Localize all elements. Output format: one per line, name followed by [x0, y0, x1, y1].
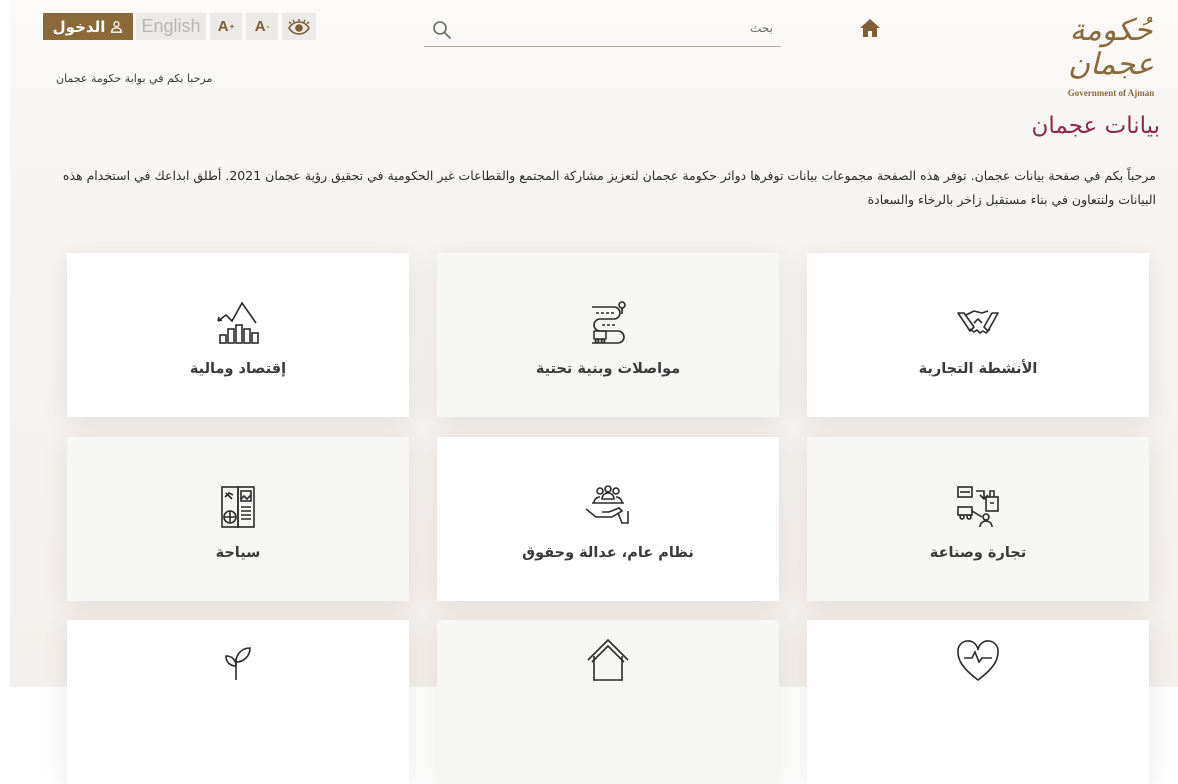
font-increase-label: A [217, 18, 229, 35]
accessibility-contrast-button[interactable] [282, 13, 316, 40]
welcome-text: مرحبا بكم في بوابة حكومة عجمان [56, 72, 213, 85]
login-label: الدخول [52, 17, 106, 36]
user-icon [111, 20, 123, 33]
category-label: تجارة وصناعة [929, 545, 1027, 561]
page-title: بيانات عجمان [1031, 113, 1161, 139]
heart-pulse-icon [957, 640, 999, 682]
category-card-environment[interactable] [67, 620, 409, 784]
category-card-health[interactable] [807, 620, 1149, 784]
search-icon[interactable] [432, 20, 452, 40]
top-bar: الدخول English A+ A- حُكومة عجمان [10, 0, 1178, 98]
logo-english-text: Government of Ajman [1067, 88, 1155, 98]
category-card-commercial-activities[interactable]: الأنشطة التجارية [807, 253, 1149, 417]
category-label: مواصلات وبنية تحتية [535, 361, 681, 377]
government-logo[interactable]: حُكومة عجمان Government of Ajman [1056, 14, 1166, 99]
community-hand-icon [585, 485, 629, 524]
search-bar [424, 14, 781, 47]
plant-icon [225, 647, 251, 680]
category-card-public-order-justice[interactable]: نظام عام، عدالة وحقوق [437, 437, 779, 601]
logo-script: حُكومة عجمان [1068, 13, 1154, 82]
plus-sign: + [229, 22, 235, 31]
page-intro: مرحباً بكم في صفحة بيانات عجمان. توفر هذ… [62, 168, 1156, 207]
minus-sign: - [266, 22, 270, 31]
font-decrease-button[interactable]: A- [246, 13, 278, 40]
tourism-passport-icon [221, 486, 255, 528]
category-label: إقتصاد ومالية [189, 361, 287, 377]
road-route-icon [592, 301, 626, 344]
category-label: نظام عام، عدالة وحقوق [522, 545, 694, 561]
trade-industry-icon [957, 486, 999, 528]
language-toggle[interactable]: English [136, 13, 206, 40]
page: الدخول English A+ A- حُكومة عجمان [10, 0, 1178, 784]
category-label: الأنشطة التجارية [918, 361, 1038, 377]
category-card-trade-industry[interactable]: تجارة وصناعة [807, 437, 1149, 601]
home-icon[interactable] [859, 17, 881, 39]
category-card-tourism[interactable]: سياحة [67, 437, 409, 601]
eye-icon [288, 18, 310, 35]
economy-chart-icon [217, 301, 259, 344]
category-card-housing[interactable] [437, 620, 779, 784]
font-decrease-label: A [254, 18, 266, 35]
login-button[interactable]: الدخول [43, 13, 133, 40]
category-card-transport-infrastructure[interactable]: مواصلات وبنية تحتية [437, 253, 779, 417]
search-input[interactable] [471, 20, 775, 36]
font-increase-button[interactable]: A + [210, 13, 242, 40]
handshake-icon [957, 310, 999, 334]
category-card-economy-finance[interactable]: إقتصاد ومالية [67, 253, 409, 417]
category-label: سياحة [215, 545, 261, 561]
house-icon [587, 638, 629, 681]
